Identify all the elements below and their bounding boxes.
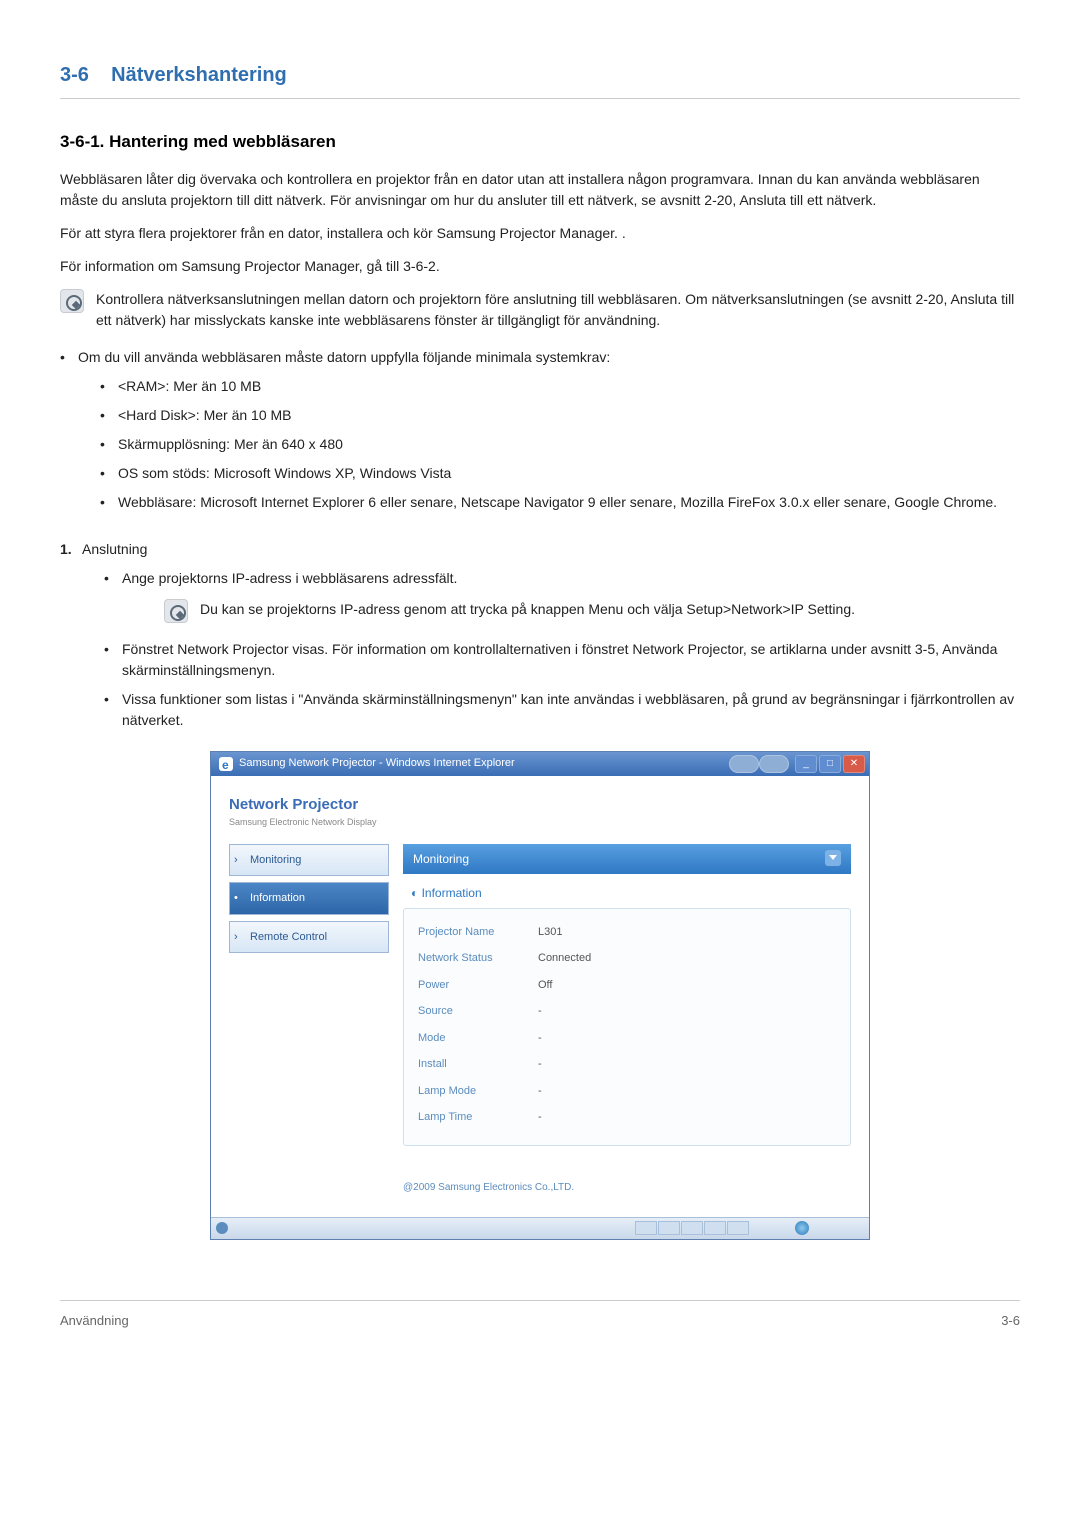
requirements-intro: Om du vill använda webbläsaren måste dat… — [60, 347, 1020, 513]
nav-fwd-icon[interactable] — [759, 755, 789, 773]
row-label: Power — [418, 977, 538, 994]
row-label: Source — [418, 1003, 538, 1020]
note-text: Du kan se projektorns IP-adress genom at… — [200, 599, 855, 620]
table-row: Install- — [418, 1051, 836, 1078]
sidebar-item-information[interactable]: Information — [229, 882, 389, 915]
requirements-list: <RAM>: Mer än 10 MB <Hard Disk>: Mer än … — [78, 376, 1020, 513]
sidebar: Monitoring Information Remote Control — [229, 844, 389, 1217]
page-footer: Användning 3-6 — [60, 1300, 1020, 1331]
window-nav-buttons[interactable] — [729, 755, 789, 773]
section-header: 3-6 Nätverkshantering — [60, 60, 1020, 99]
section-title: Nätverkshantering — [111, 64, 287, 86]
sidebar-item-label: Remote Control — [240, 931, 327, 943]
main-header-bar: Monitoring — [403, 844, 851, 874]
row-label: Mode — [418, 1030, 538, 1047]
embedded-screenshot: Samsung Network Projector - Windows Inte… — [60, 751, 1020, 1240]
row-value: - — [538, 1003, 542, 1020]
table-row: Projector NameL301 — [418, 919, 836, 946]
copyright-text: @2009 Samsung Electronics Co.,LTD. — [403, 1176, 851, 1217]
note-icon — [164, 599, 188, 623]
row-label: Projector Name — [418, 924, 538, 941]
maximize-button[interactable]: □ — [819, 755, 841, 773]
ie-logo-icon — [219, 757, 233, 771]
nav-back-icon[interactable] — [729, 755, 759, 773]
footer-left: Användning — [60, 1311, 129, 1331]
subsection-title: 3-6-1. Hantering med webbläsaren — [60, 129, 1020, 155]
info-header: Information — [403, 874, 851, 908]
list-item: Ange projektorns IP-adress i webbläsaren… — [104, 568, 1020, 623]
row-value: - — [538, 1056, 542, 1073]
sidebar-item-remote-control[interactable]: Remote Control — [229, 921, 389, 954]
list-item: Vissa funktioner som listas i "Använda s… — [104, 689, 1020, 731]
step-title: Anslutning — [82, 541, 147, 557]
row-label: Lamp Mode — [418, 1083, 538, 1100]
intro-paragraph: Webbläsaren låter dig övervaka och kontr… — [60, 169, 1020, 211]
window-title: Samsung Network Projector - Windows Inte… — [239, 755, 515, 772]
body-paragraph: För att styra flera projektorer från en … — [60, 223, 1020, 244]
ie-statusbar — [211, 1217, 869, 1239]
row-value: Off — [538, 977, 552, 994]
list-item: OS som stöds: Microsoft Windows XP, Wind… — [100, 463, 1020, 484]
internet-zone-icon — [795, 1221, 809, 1235]
row-value: - — [538, 1109, 542, 1126]
note-block: Du kan se projektorns IP-adress genom at… — [164, 599, 1020, 623]
list-item: Webbläsare: Microsoft Internet Explorer … — [100, 492, 1020, 513]
list-item: <RAM>: Mer än 10 MB — [100, 376, 1020, 397]
note-block: Kontrollera nätverksanslutningen mellan … — [60, 289, 1020, 331]
req-intro-text: Om du vill använda webbläsaren måste dat… — [78, 349, 610, 365]
status-icon — [211, 1218, 233, 1239]
dropdown-arrow-icon[interactable] — [825, 850, 841, 866]
row-value: - — [538, 1083, 542, 1100]
table-row: Source- — [418, 998, 836, 1025]
list-item: Fönstret Network Projector visas. För in… — [104, 639, 1020, 681]
row-value: - — [538, 1030, 542, 1047]
table-row: Lamp Time- — [418, 1104, 836, 1131]
row-value: Connected — [538, 950, 591, 967]
status-segments — [635, 1221, 749, 1235]
close-button[interactable]: ✕ — [843, 755, 865, 773]
page-content: Network Projector Samsung Electronic Net… — [211, 776, 869, 1217]
row-label: Network Status — [418, 950, 538, 967]
footer-right: 3-6 — [1001, 1311, 1020, 1331]
list-item: <Hard Disk>: Mer än 10 MB — [100, 405, 1020, 426]
window-titlebar: Samsung Network Projector - Windows Inte… — [211, 752, 869, 776]
table-row: Lamp Mode- — [418, 1078, 836, 1105]
row-label: Install — [418, 1056, 538, 1073]
table-row: PowerOff — [418, 972, 836, 999]
table-row: Network StatusConnected — [418, 945, 836, 972]
row-value: L301 — [538, 924, 562, 941]
sidebar-item-label: Information — [240, 892, 305, 904]
list-item: Skärmupplösning: Mer än 640 x 480 — [100, 434, 1020, 455]
sidebar-item-monitoring[interactable]: Monitoring — [229, 844, 389, 877]
main-header-label: Monitoring — [413, 850, 469, 868]
app-title: Network Projector — [229, 794, 851, 817]
main-panel: Monitoring Information Projector NameL30… — [389, 844, 851, 1217]
table-row: Mode- — [418, 1025, 836, 1052]
item-text: Ange projektorns IP-adress i webbläsaren… — [122, 570, 457, 586]
sidebar-item-label: Monitoring — [240, 854, 301, 866]
note-text: Kontrollera nätverksanslutningen mellan … — [96, 289, 1020, 331]
ie-window: Samsung Network Projector - Windows Inte… — [210, 751, 870, 1240]
section-number: 3-6 — [60, 64, 89, 86]
info-table: Projector NameL301 Network StatusConnect… — [403, 908, 851, 1146]
minimize-button[interactable]: _ — [795, 755, 817, 773]
step-1: Anslutning Ange projektorns IP-adress i … — [60, 539, 1020, 731]
note-icon — [60, 289, 84, 313]
body-paragraph: För information om Samsung Projector Man… — [60, 256, 1020, 277]
row-label: Lamp Time — [418, 1109, 538, 1126]
app-subtitle: Samsung Electronic Network Display — [229, 816, 851, 830]
